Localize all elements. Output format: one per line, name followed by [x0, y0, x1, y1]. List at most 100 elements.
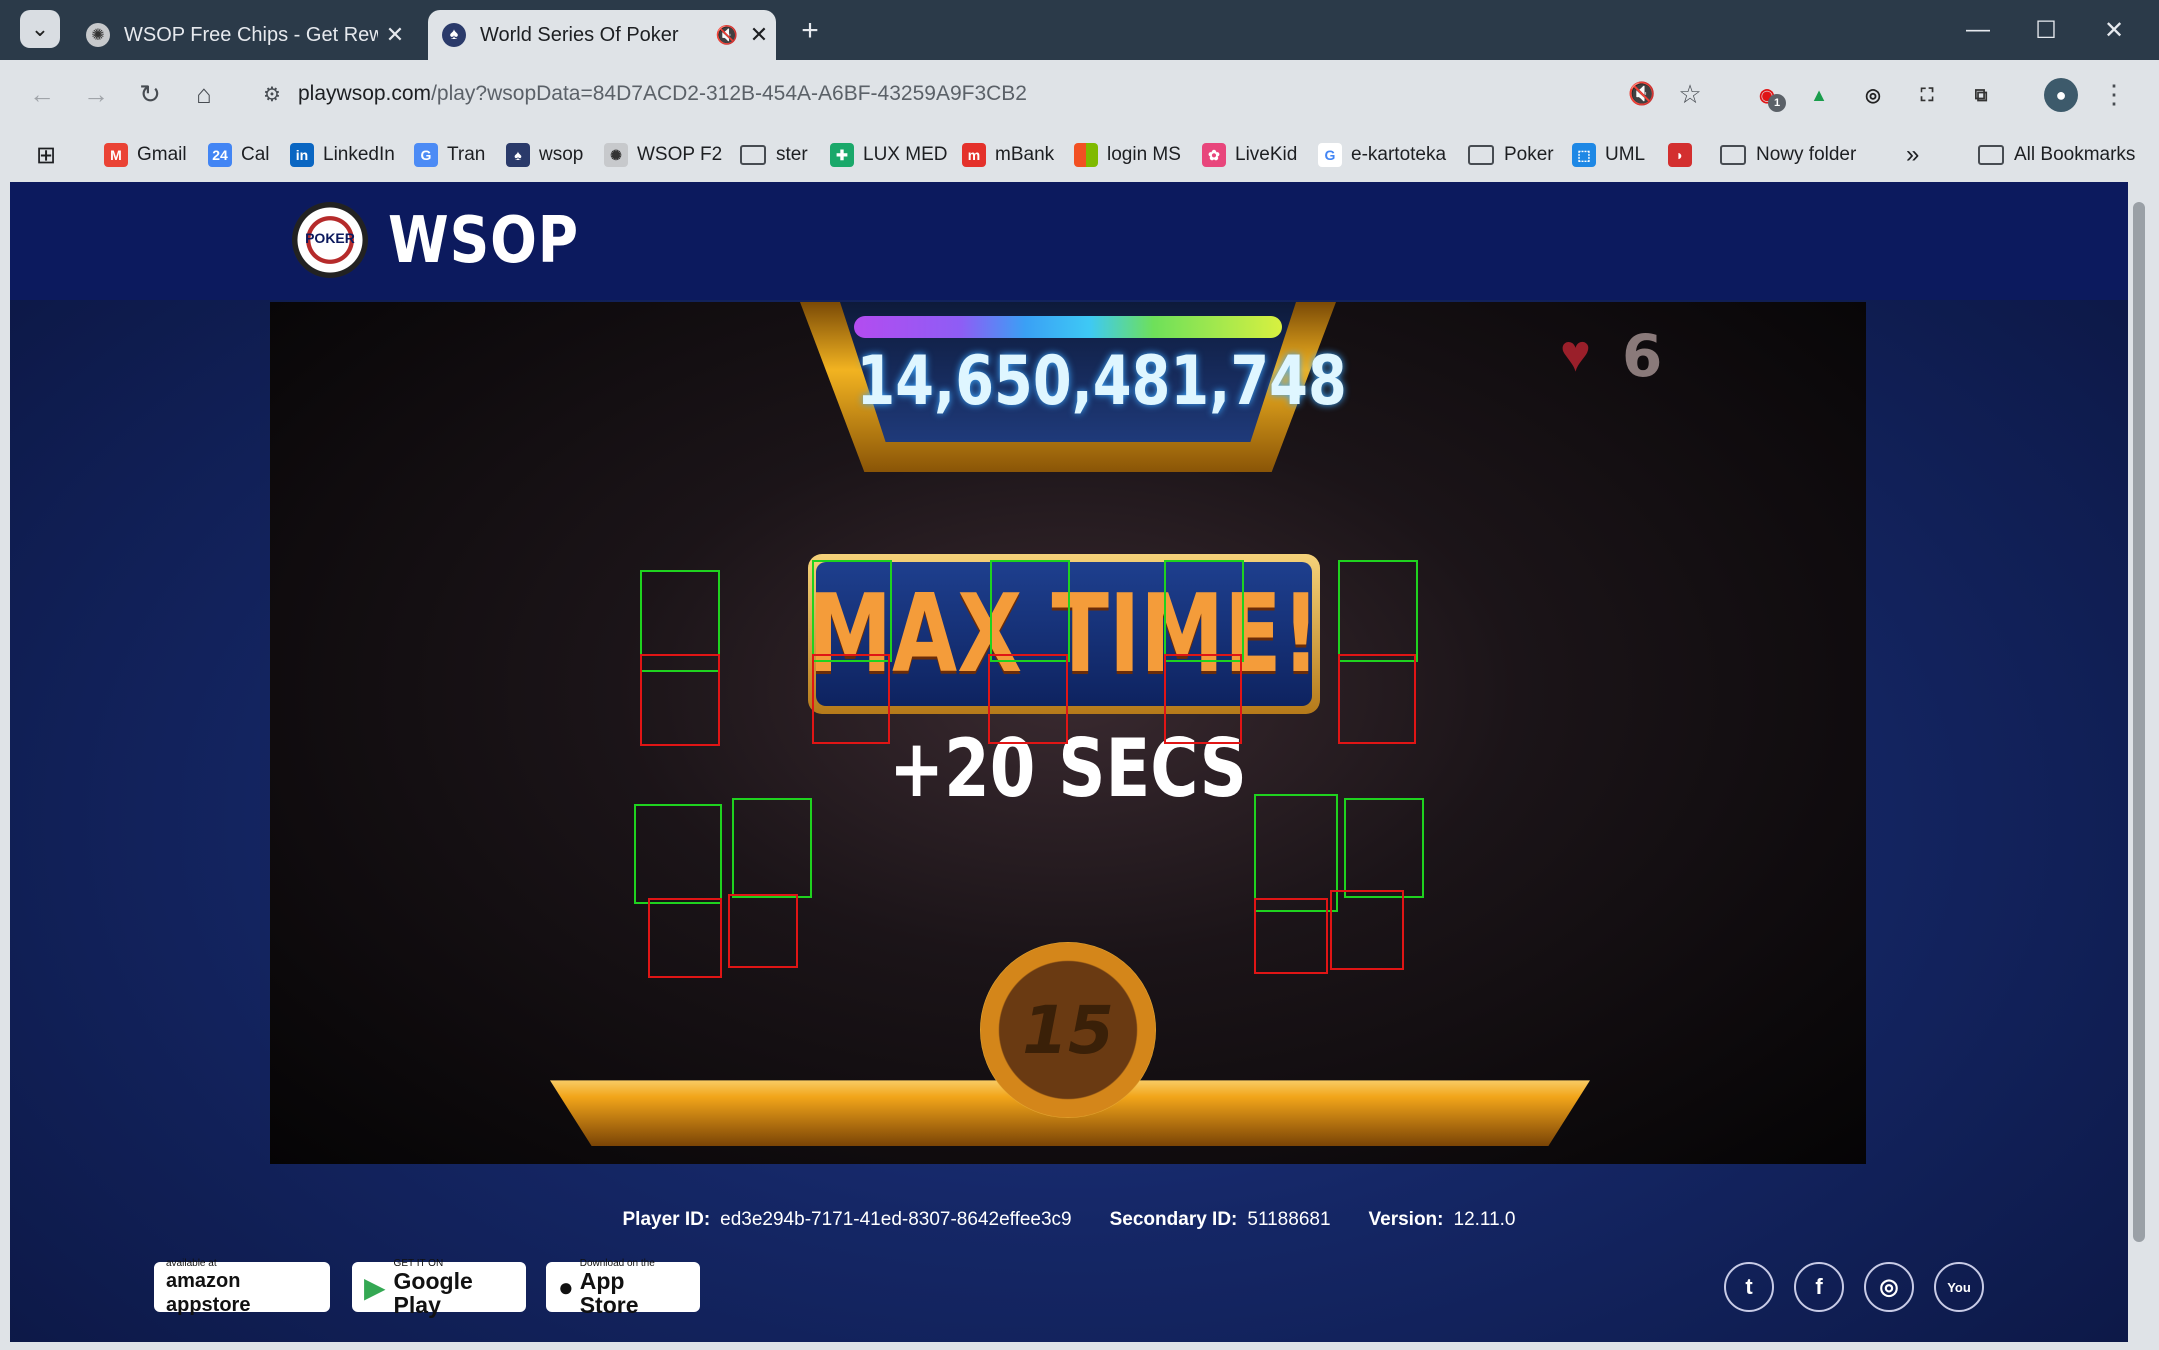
bookmark-star-icon[interactable]: ☆: [1670, 74, 1710, 114]
wsop-favicon-icon: ✺: [86, 23, 110, 47]
chevron-down-icon: ⌄: [30, 16, 50, 41]
site-settings-icon[interactable]: ⚙: [252, 74, 292, 114]
amazon-appstore-button[interactable]: available at amazon appstore: [154, 1258, 330, 1316]
extension-circle-icon[interactable]: ◎: [1856, 78, 1890, 112]
bookmark-label: ster: [776, 144, 808, 165]
detection-box-red: [812, 654, 890, 744]
site-header: POKER WSOP: [10, 182, 2128, 300]
store-small-text: Download on the: [579, 1257, 655, 1269]
secondary-id-value: 51188681: [1247, 1209, 1331, 1230]
game-canvas[interactable]: 14,650,481,748 ♥ 6 MAX TIME! +20 SECS 15: [270, 302, 1866, 1164]
bookmark-livekid[interactable]: ✿ LiveKid: [1202, 138, 1297, 172]
bookmark-cal[interactable]: 24 Cal: [208, 138, 270, 172]
detection-box-red: [648, 898, 722, 978]
scrollbar-thumb[interactable]: [2133, 202, 2145, 1242]
luxmed-icon: ✚: [830, 143, 854, 167]
detection-box-green: [1338, 560, 1418, 662]
web-page: POKER WSOP 14,650,481,748 ♥ 6 MAX TIME! …: [10, 182, 2128, 1342]
bookmark-uml[interactable]: ⬚ UML: [1572, 138, 1645, 172]
bookmark-lux-med[interactable]: ✚ LUX MED: [830, 138, 947, 172]
instagram-icon[interactable]: ◎: [1864, 1262, 1914, 1312]
store-small-text: available at: [166, 1257, 217, 1269]
store-small-text: GET IT ON: [393, 1257, 444, 1269]
tab-world-series-of-poker[interactable]: ♠ World Series Of Poker 🔇 ✕: [428, 10, 776, 60]
screenshot-icon[interactable]: ⛶: [1910, 78, 1944, 112]
uml-icon: ⬚: [1572, 143, 1596, 167]
more-menu-icon[interactable]: ⋮: [2094, 74, 2134, 114]
back-button[interactable]: ←: [22, 74, 62, 114]
detection-box-green: [812, 560, 892, 662]
minimize-button[interactable]: —: [1944, 0, 2012, 60]
detection-box-red: [988, 654, 1068, 744]
bookmark-linkedin[interactable]: in LinkedIn: [290, 138, 395, 172]
all-bookmarks[interactable]: All Bookmarks: [1978, 138, 2135, 172]
app-store-button[interactable]: ● Download on the App Store: [546, 1258, 700, 1317]
muted-site-icon[interactable]: 🔇: [1622, 74, 1662, 114]
bookmark-folder-poker[interactable]: Poker: [1468, 138, 1554, 172]
browser-window: ⌄ ✺ WSOP Free Chips - Get Reward ✕ ♠ Wor…: [0, 0, 2159, 1350]
player-id-label: Player ID:: [622, 1209, 711, 1230]
google-drive-icon[interactable]: ▲: [1802, 78, 1836, 112]
apple-icon: ●: [558, 1271, 574, 1302]
bonus-seconds-text: +20 SECS: [889, 722, 1247, 815]
bookmark-e-kartoteka[interactable]: Ge-kartoteka: [1318, 138, 1446, 172]
mbank-icon: m: [962, 143, 986, 167]
facebook-icon[interactable]: f: [1794, 1262, 1844, 1312]
bookmark-mbank[interactable]: m mBank: [962, 138, 1054, 172]
tab-wsop-free-chips[interactable]: ✺ WSOP Free Chips - Get Reward ✕: [72, 10, 412, 60]
detection-box-green: [634, 804, 722, 904]
profile-avatar[interactable]: ●: [2044, 78, 2078, 112]
bookmark-red-icon[interactable]: ◗: [1668, 138, 1701, 172]
bookmark-wsop[interactable]: ♠ wsop: [506, 138, 583, 172]
timer-value: 15: [1022, 991, 1114, 1069]
wsop-chip-icon: ✺: [604, 143, 628, 167]
twitter-icon[interactable]: t: [1724, 1262, 1774, 1312]
player-id: Player ID: ed3e294b-7171-41ed-8307-8642ef…: [623, 1209, 1072, 1231]
bookmark-tran[interactable]: G Tran: [414, 138, 485, 172]
bookmark-label: LiveKid: [1235, 144, 1298, 165]
livekid-icon: ✿: [1202, 143, 1226, 167]
google-play-button[interactable]: ▶ GET IT ON Google Play: [352, 1258, 526, 1317]
bookmark-wsop-f2[interactable]: ✺ WSOP F2: [604, 138, 722, 172]
new-tab-button[interactable]: +: [790, 12, 830, 52]
close-tab-icon[interactable]: ✕: [378, 22, 412, 48]
bookmark-label: LinkedIn: [323, 144, 395, 165]
youtube-icon[interactable]: You: [1934, 1262, 1984, 1312]
more-bookmarks-chevron-icon[interactable]: »: [1906, 138, 1919, 172]
bookmark-gmail[interactable]: M Gmail: [104, 138, 187, 172]
bookmark-folder-nowy-folder[interactable]: Nowy folder: [1720, 138, 1856, 172]
page-scrollbar[interactable]: [2128, 182, 2150, 1342]
apps-grid-icon[interactable]: ⊞: [36, 138, 56, 172]
bookmark-label: LUX MED: [863, 144, 948, 165]
url-text[interactable]: playwsop.com/play?wsopData=84D7ACD2-312B…: [298, 82, 1027, 106]
wsop-logo-text[interactable]: WSOP: [388, 204, 579, 278]
red-lips-icon: ◗: [1668, 143, 1692, 167]
forward-button[interactable]: →: [76, 74, 116, 114]
close-window-button[interactable]: ✕: [2080, 0, 2148, 60]
detection-box-green: [1164, 560, 1244, 662]
detection-box-green: [1344, 798, 1424, 898]
home-button[interactable]: ⌂: [184, 74, 224, 114]
bookmark-login-ms[interactable]: login MS: [1074, 138, 1181, 172]
store-big-text: Google Play: [393, 1267, 473, 1318]
maximize-button[interactable]: ☐: [2012, 0, 2080, 60]
player-id-value: ed3e294b-7171-41ed-8307-8642effee3c9: [720, 1209, 1072, 1230]
reload-button[interactable]: ↻: [130, 74, 170, 114]
extensions-puzzle-icon[interactable]: ⧉: [1964, 78, 1998, 112]
bookmark-label: Tran: [447, 144, 486, 165]
bookmark-folder-ster[interactable]: ster: [740, 138, 808, 172]
bookmark-label: e-kartoteka: [1351, 144, 1447, 165]
wsop-icon: ♠: [506, 143, 530, 167]
wsop-logo-chip[interactable]: POKER: [292, 202, 368, 278]
tab-search-button[interactable]: ⌄: [20, 10, 60, 48]
close-tab-icon[interactable]: ✕: [742, 22, 776, 48]
bookmark-label: All Bookmarks: [2014, 144, 2136, 165]
store-big-text: amazon appstore: [166, 1269, 251, 1316]
folder-icon: [1468, 145, 1494, 165]
detection-box-red: [1164, 654, 1242, 744]
detection-box-red: [728, 894, 798, 968]
muted-tab-icon[interactable]: 🔇: [712, 25, 742, 46]
bookmark-label: login MS: [1107, 144, 1181, 165]
wsop-favicon-icon: ♠: [442, 23, 466, 47]
bookmark-label: UML: [1605, 144, 1646, 165]
